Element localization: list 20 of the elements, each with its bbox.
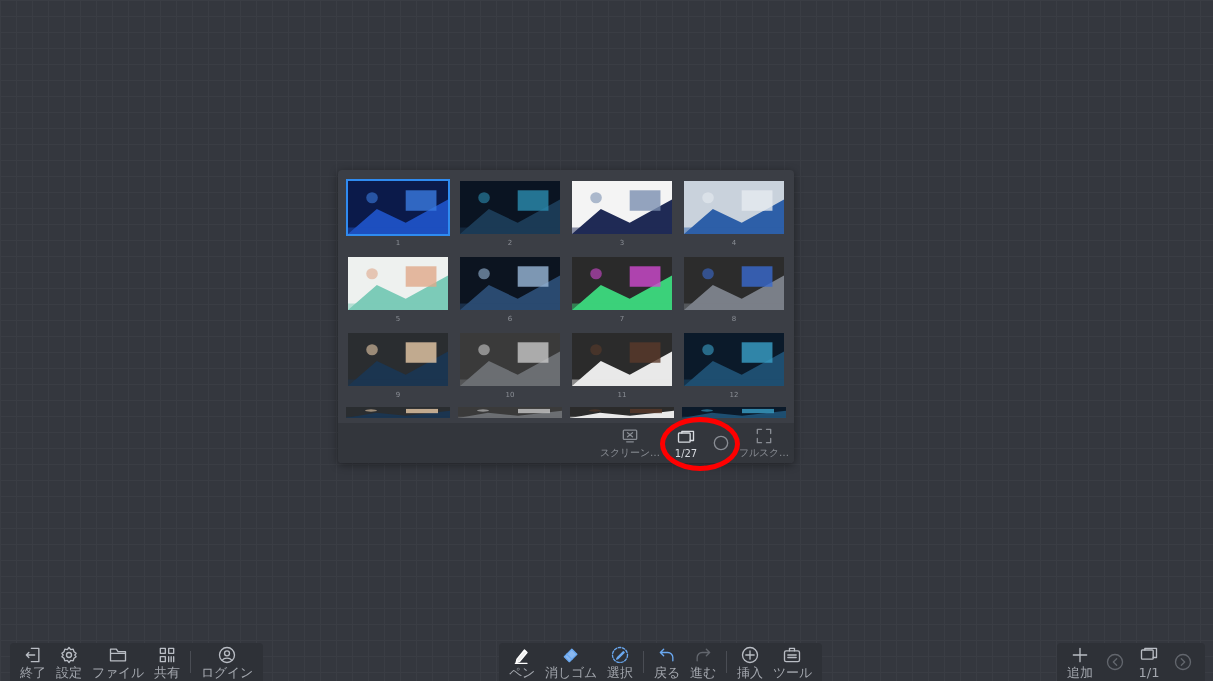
- tools-button[interactable]: ツール: [772, 644, 812, 680]
- settings-icon: [59, 644, 79, 665]
- exit-button[interactable]: 終了: [20, 644, 46, 680]
- pen-button[interactable]: ペン: [508, 644, 535, 680]
- undo-button[interactable]: 戻る: [653, 644, 680, 680]
- screen-button[interactable]: スクリーン…: [598, 426, 662, 460]
- insert-button[interactable]: 挿入: [736, 644, 763, 680]
- user-icon: [217, 644, 237, 665]
- share-button[interactable]: 共有: [154, 644, 180, 680]
- eraser-button[interactable]: 消しゴム: [544, 644, 597, 680]
- plus-circle-icon: [739, 644, 760, 665]
- settings-button[interactable]: 設定: [56, 644, 82, 680]
- user-button[interactable]: ログイン: [201, 644, 253, 680]
- pages-button[interactable]: 1/1: [1137, 644, 1161, 680]
- pages-button[interactable]: 1/27: [668, 427, 704, 459]
- select-button[interactable]: 選択: [606, 644, 633, 680]
- fullscreen-button[interactable]: フルスク…: [738, 426, 790, 460]
- add-button[interactable]: 追加: [1067, 644, 1093, 680]
- fullscreen-icon: [754, 426, 774, 446]
- folder-button[interactable]: ファイル: [92, 644, 144, 680]
